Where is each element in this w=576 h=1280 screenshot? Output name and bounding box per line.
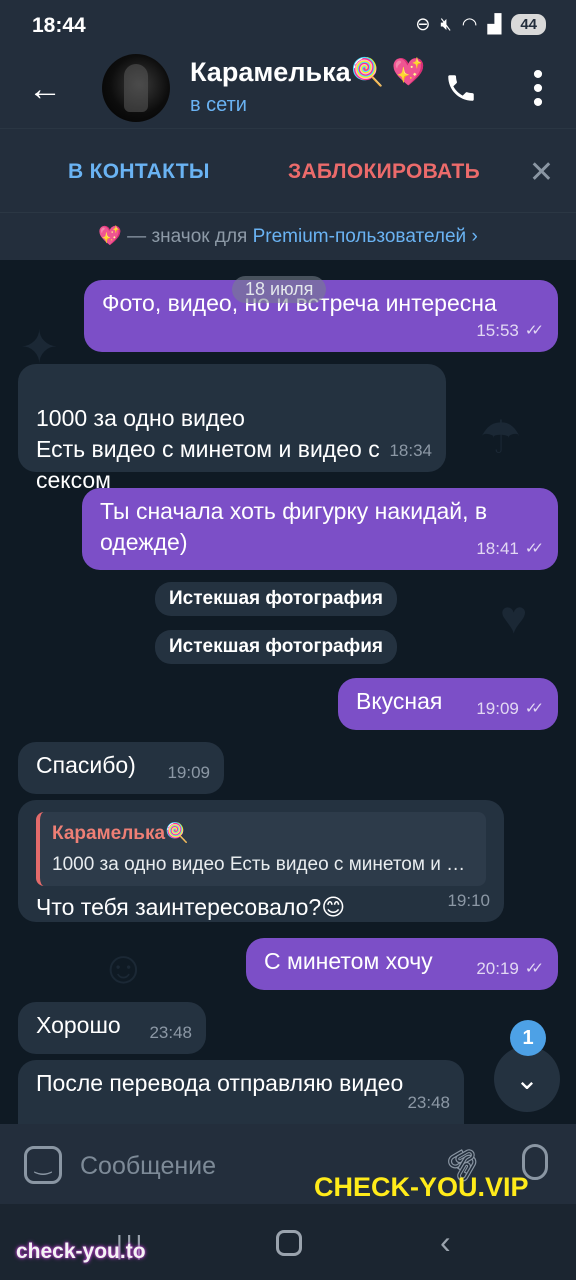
message-bubble-outgoing[interactable]: Вкусная 19:09 ✓✓: [338, 678, 558, 730]
contact-name[interactable]: Карамелька🍭 💖: [190, 56, 425, 88]
message-meta: 19:09: [167, 757, 210, 788]
more-menu-icon[interactable]: • • •: [528, 60, 548, 118]
message-time: 23:48: [407, 1093, 450, 1112]
unread-count-badge: 1: [510, 1020, 546, 1056]
message-meta: 18:34: [389, 435, 432, 466]
message-text: 1000 за одно видео Есть видео с минетом …: [36, 405, 380, 493]
message-meta: 18:41 ✓✓: [476, 533, 544, 564]
chevron-down-icon: ⌄: [515, 1063, 539, 1095]
back-arrow-icon[interactable]: ←: [28, 70, 62, 108]
message-time: 19:10: [447, 891, 490, 910]
chat-area[interactable]: ✦ ☂ ✿ ♥ ☺ Фото, видео, но и встреча инте…: [0, 260, 576, 1124]
message-text: Что тебя заинтересовало?😊: [36, 894, 346, 920]
dnd-icon: ⊖: [415, 14, 431, 34]
premium-heart-icon: 💖: [98, 226, 122, 247]
contact-avatar[interactable]: [102, 54, 170, 122]
message-time: 19:09: [167, 763, 210, 782]
message-time: 20:19: [476, 959, 519, 978]
message-meta: 20:19 ✓✓: [476, 953, 544, 984]
message-bubble-incoming[interactable]: Спасибо) 19:09: [18, 742, 224, 794]
date-separator: 18 июля: [232, 276, 327, 303]
message-bubble-incoming[interactable]: 1000 за одно видео Есть видео с минетом …: [18, 364, 446, 493]
close-icon[interactable]: ✕: [529, 155, 554, 190]
reply-quote[interactable]: Карамелька🍭 1000 за одно видео Есть виде…: [36, 812, 486, 886]
message-text: После перевода отправляю видео: [36, 1070, 404, 1096]
premium-notice[interactable]: 💖 — значок для Premium-пользователей ›: [0, 212, 576, 260]
message-time: 23:48: [149, 1023, 192, 1042]
status-time: 18:44: [32, 14, 86, 37]
wallpaper-doodle-icon: ☺: [100, 941, 147, 993]
chevron-right-icon: ›: [471, 226, 478, 247]
expired-photo-notice: Истекшая фотография: [155, 582, 398, 616]
message-meta: 19:09 ✓✓: [476, 693, 544, 724]
phone-icon[interactable]: [444, 70, 478, 106]
watermark-bottom: check-you.to: [16, 1240, 146, 1263]
message-bubble-incoming-reply[interactable]: Карамелька🍭 1000 за одно видео Есть виде…: [18, 800, 504, 922]
double-check-icon: ✓✓: [524, 700, 544, 717]
wallpaper-doodle-icon: ♥: [500, 591, 528, 643]
message-bubble-incoming[interactable]: Хорошо 23:48: [18, 1002, 206, 1054]
mute-icon: 🔇︎: [440, 14, 452, 34]
contact-action-bar: В КОНТАКТЫ ЗАБЛОКИРОВАТЬ ✕: [0, 128, 576, 212]
message-meta: 15:53 ✓✓: [476, 315, 544, 346]
double-check-icon: ✓✓: [524, 540, 544, 557]
wifi-icon: ◠: [461, 14, 478, 34]
double-check-icon: ✓✓: [524, 960, 544, 977]
home-icon[interactable]: [276, 1230, 302, 1256]
message-meta: 19:10: [447, 885, 490, 916]
message-bubble-outgoing[interactable]: С минетом хочу 20:19 ✓✓: [246, 938, 558, 990]
reply-preview: 1000 за одно видео Есть видео с минетом …: [52, 854, 474, 875]
watermark-top: CHECK-YOU.VIP: [314, 1172, 529, 1202]
message-time: 18:41: [476, 539, 519, 558]
message-time: 18:34: [389, 441, 432, 460]
status-bar: 18:44 ⊖ 🔇︎ ◠ ▟ 44: [0, 0, 576, 52]
message-meta: 23:48: [407, 1087, 450, 1118]
premium-notice-text: — значок для: [121, 226, 253, 247]
battery-icon: 44: [511, 14, 546, 35]
add-to-contacts-button[interactable]: В КОНТАКТЫ: [68, 160, 210, 184]
double-check-icon: ✓✓: [524, 322, 544, 339]
message-bubble-incoming[interactable]: После перевода отправляю видео 23:48: [18, 1060, 464, 1124]
nav-back-icon[interactable]: ‹: [440, 1224, 451, 1261]
block-user-button[interactable]: ЗАБЛОКИРОВАТЬ: [288, 160, 480, 184]
signal-icon: ▟: [487, 14, 502, 34]
message-time: 15:53: [476, 321, 519, 340]
message-time: 19:09: [476, 699, 519, 718]
chat-header: ← Карамелька🍭 💖 в сети • • •: [0, 52, 576, 128]
contact-status: в сети: [190, 94, 247, 116]
message-bubble-outgoing[interactable]: Ты сначала хоть фигурку накидай, в одежд…: [82, 488, 558, 570]
premium-link[interactable]: Premium-пользователей: [253, 226, 467, 247]
wallpaper-doodle-icon: ☂: [480, 411, 522, 463]
system-icons: ⊖ 🔇︎ ◠ ▟ 44: [415, 14, 546, 35]
reply-author: Карамелька🍭: [52, 823, 189, 844]
expired-photo-notice: Истекшая фотография: [155, 630, 398, 664]
message-text: Ты сначала хоть фигурку накидай, в одежд…: [100, 498, 488, 555]
message-meta: 23:48: [149, 1017, 192, 1048]
sticker-emoji-icon[interactable]: [24, 1146, 62, 1184]
